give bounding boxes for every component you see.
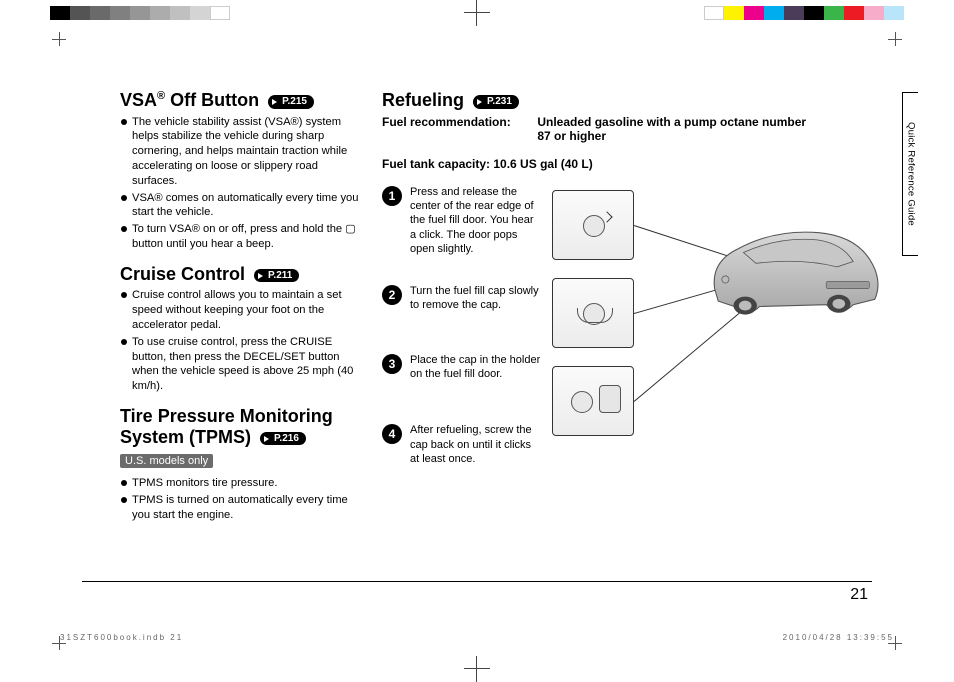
heading-vsa-off: VSA® Off Button P.215 <box>120 90 366 111</box>
step-text: After refueling, screw the cap back on u… <box>410 423 542 466</box>
step-4: 4 After refueling, screw the cap back on… <box>382 423 542 466</box>
refueling-illustration <box>552 170 872 510</box>
bullet: TPMS is turned on automatically every ti… <box>120 493 366 523</box>
bullet: Cruise control allows you to maintain a … <box>120 288 366 332</box>
page-ref: P.215 <box>268 95 314 109</box>
illus-panel-2 <box>552 278 634 348</box>
page-content: Quick Reference Guide VSA® Off Button P.… <box>60 40 894 642</box>
page-ref: P.216 <box>260 432 306 446</box>
step-number: 3 <box>382 354 402 374</box>
bullet: To turn VSA® on or off, press and hold t… <box>120 222 366 252</box>
registration-mark-bottom <box>464 656 490 682</box>
grayscale-swatches <box>50 6 230 20</box>
fuel-capacity: Fuel tank capacity: 10.6 US gal (40 L) <box>382 157 872 171</box>
step-text: Place the cap in the holder on the fuel … <box>410 353 542 382</box>
car-illustration <box>702 215 882 335</box>
bullet-list: The vehicle stability assist (VSA®) syst… <box>120 115 366 252</box>
step-number: 2 <box>382 285 402 305</box>
bullet: VSA® comes on automatically every time y… <box>120 191 366 221</box>
crop-mark <box>52 32 66 46</box>
color-swatches <box>704 6 904 20</box>
illus-panel-3 <box>552 366 634 436</box>
step-number: 4 <box>382 424 402 444</box>
step-3: 3 Place the cap in the holder on the fue… <box>382 353 542 382</box>
page-ref: P.211 <box>254 269 299 283</box>
fuel-recommendation: Fuel recommendation: Unleaded gasoline w… <box>382 115 872 143</box>
side-tab: Quick Reference Guide <box>902 92 918 256</box>
footer-imprint-left: 31SZT600book.indb 21 <box>60 633 183 642</box>
step-2: 2 Turn the fuel fill cap slowly to remov… <box>382 284 542 313</box>
step-number: 1 <box>382 186 402 206</box>
bullet: The vehicle stability assist (VSA®) syst… <box>120 115 366 189</box>
page-number: 21 <box>850 586 868 604</box>
footer-rule <box>82 581 872 582</box>
bullet-list: TPMS monitors tire pressure. TPMS is tur… <box>120 476 366 522</box>
left-column: VSA® Off Button P.215 The vehicle stabil… <box>120 90 366 535</box>
crop-mark <box>888 32 902 46</box>
bullet: TPMS monitors tire pressure. <box>120 476 366 491</box>
registration-mark-top <box>464 0 490 26</box>
bullet-list: Cruise control allows you to maintain a … <box>120 288 366 393</box>
step-text: Press and release the center of the rear… <box>410 185 542 256</box>
step-text: Turn the fuel fill cap slowly to remove … <box>410 284 542 313</box>
note-badge: U.S. models only <box>120 454 213 468</box>
page-ref: P.231 <box>473 95 519 109</box>
heading-cruise: Cruise Control P.211 <box>120 264 366 285</box>
step-1: 1 Press and release the center of the re… <box>382 185 542 256</box>
heading-tpms: Tire Pressure Monitoring System (TPMS) P… <box>120 406 366 447</box>
illus-panel-1 <box>552 190 634 260</box>
heading-refueling: Refueling P.231 <box>382 90 872 111</box>
right-column: Refueling P.231 Fuel recommendation: Unl… <box>382 90 872 535</box>
footer-imprint-right: 2010/04/28 13:39:55 <box>783 633 894 642</box>
bullet: To use cruise control, press the CRUISE … <box>120 335 366 394</box>
